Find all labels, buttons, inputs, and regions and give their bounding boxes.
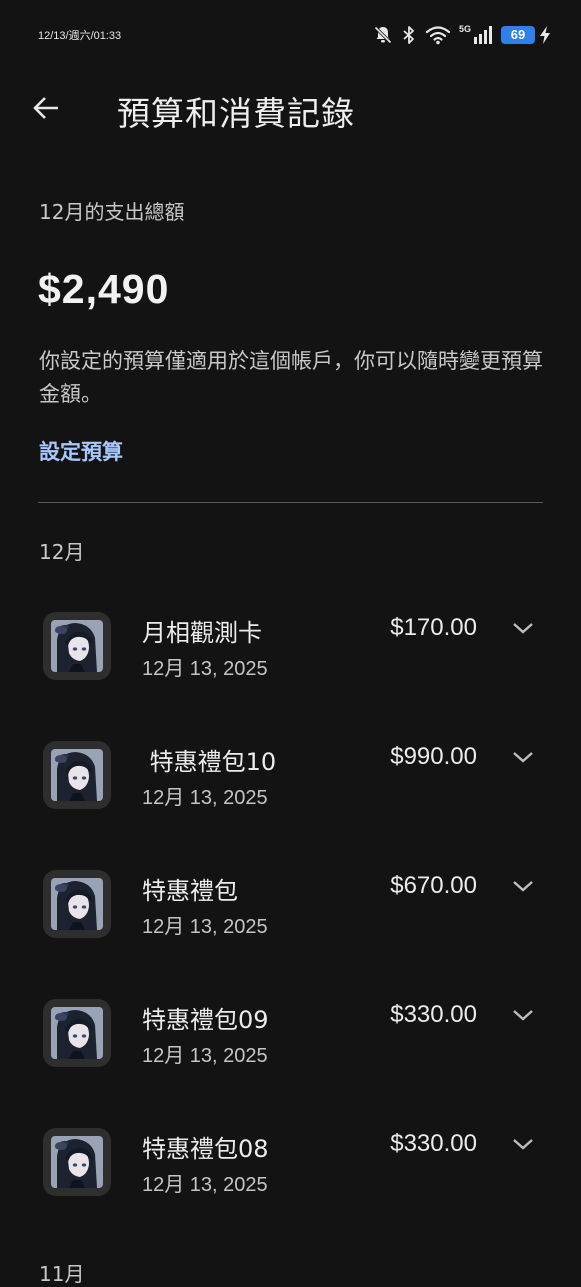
- transaction-amount: $170.00: [390, 614, 477, 641]
- transaction-name: 月相觀測卡: [142, 619, 262, 647]
- divider: [38, 502, 543, 503]
- arrow-back-icon: [32, 96, 60, 124]
- game-character-icon: [43, 999, 111, 1067]
- lightning-icon: [539, 26, 551, 44]
- page-title: 預算和消費記錄: [117, 94, 355, 133]
- status-bar: 12/13/週六/01:33 5G 69: [0, 0, 581, 70]
- status-time: 12/13/週六/01:33: [38, 30, 122, 42]
- transaction-name: 特惠禮包09: [142, 1006, 269, 1034]
- battery: 69: [501, 26, 551, 44]
- transaction-row[interactable]: 月相觀測卡 12月 13, 2025 $170.00: [0, 590, 581, 719]
- month-header: 12月: [39, 540, 85, 564]
- game-character-icon: [43, 741, 111, 809]
- status-icons: 5G 69: [373, 24, 551, 46]
- transaction-row[interactable]: 特惠禮包10 12月 13, 2025 $990.00: [0, 719, 581, 848]
- transaction-name: 特惠禮包: [142, 877, 238, 905]
- spending-subtitle: 12月的支出總額: [39, 200, 185, 224]
- signal-icon: [473, 25, 493, 45]
- transaction-date: 12月 13, 2025: [142, 658, 268, 680]
- chevron-down-icon[interactable]: [510, 876, 536, 896]
- battery-level: 69: [501, 26, 535, 44]
- transaction-amount: $670.00: [390, 872, 477, 899]
- budget-description: 你設定的預算僅適用於這個帳戶，你可以隨時變更預算金額。: [39, 349, 543, 406]
- transaction-amount: $330.00: [390, 1130, 477, 1157]
- bluetooth-icon: [401, 25, 417, 45]
- set-budget-link[interactable]: 設定預算: [39, 436, 123, 466]
- transaction-amount: $330.00: [390, 1001, 477, 1028]
- transaction-date: 12月 13, 2025: [142, 1174, 268, 1196]
- transaction-date: 12月 13, 2025: [142, 1045, 268, 1067]
- bell-off-icon: [373, 25, 393, 45]
- transaction-date: 12月 13, 2025: [142, 916, 268, 938]
- transaction-row[interactable]: 特惠禮包 12月 13, 2025 $670.00: [0, 848, 581, 977]
- chevron-down-icon[interactable]: [510, 1134, 536, 1154]
- month-header: 11月: [39, 1262, 85, 1286]
- network-type: 5G: [458, 24, 471, 34]
- app-bar: 預算和消費記錄: [0, 70, 581, 150]
- transaction-row[interactable]: 特惠禮包09 12月 13, 2025 $330.00: [0, 977, 581, 1106]
- game-character-icon: [43, 612, 111, 680]
- spending-total: $2,490: [38, 266, 170, 312]
- transaction-row[interactable]: 特惠禮包08 12月 13, 2025 $330.00: [0, 1106, 581, 1235]
- back-button[interactable]: [24, 90, 68, 130]
- game-character-icon: [43, 1128, 111, 1196]
- transaction-name: 特惠禮包10: [142, 748, 277, 776]
- wifi-icon: [425, 25, 451, 45]
- chevron-down-icon[interactable]: [510, 747, 536, 767]
- chevron-down-icon[interactable]: [510, 1005, 536, 1025]
- transaction-amount: $990.00: [390, 743, 477, 770]
- chevron-down-icon[interactable]: [510, 618, 536, 638]
- transaction-date: 12月 13, 2025: [142, 787, 268, 809]
- transaction-name: 特惠禮包08: [142, 1135, 269, 1163]
- game-character-icon: [43, 870, 111, 938]
